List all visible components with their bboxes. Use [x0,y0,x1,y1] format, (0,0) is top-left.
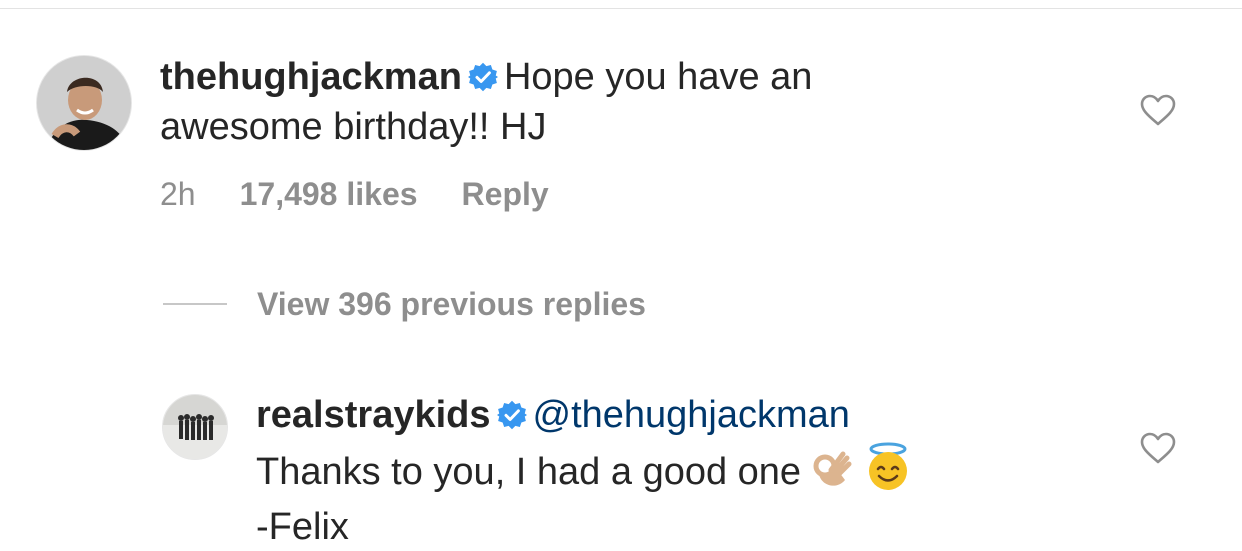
verified-badge-icon [467,57,498,104]
avatar-realstraykids[interactable] [162,394,228,460]
comment-text-line1: Hope you have an [503,56,813,98]
heart-outline-icon[interactable] [1140,94,1176,131]
reply-username[interactable]: realstraykids [256,394,491,436]
view-replies-label[interactable]: View 396 previous replies [257,286,646,322]
smiling-face-with-halo-emoji-icon [863,442,913,504]
comment-time[interactable]: 2h [160,176,196,212]
reply-mention[interactable]: @thehughjackman [533,394,850,436]
replies-divider [163,303,227,305]
reply-text-line2: Thanks to you, I had a good one [256,451,802,493]
comment-username[interactable]: thehughjackman [160,56,462,98]
heart-outline-icon[interactable] [1140,432,1176,469]
reply-text-line3: -Felix [256,506,349,548]
view-previous-replies[interactable]: View 396 previous replies [163,284,646,324]
ok-hand-emoji-icon [809,446,855,504]
avatar-thehughjackman[interactable] [36,55,132,151]
comment-meta: 2h 17,498 likes Reply [160,174,593,214]
reply-body: realstraykids @thehughjackman Thanks to y… [256,392,913,551]
comment-likes[interactable]: 17,498 likes [240,176,418,212]
verified-badge-icon [496,395,527,442]
divider-line [0,8,1242,9]
reply-button[interactable]: Reply [462,176,549,212]
comment-body: thehughjackman Hope you have an awesome b… [160,54,812,151]
comment-text-line2: awesome birthday!! HJ [160,106,547,148]
